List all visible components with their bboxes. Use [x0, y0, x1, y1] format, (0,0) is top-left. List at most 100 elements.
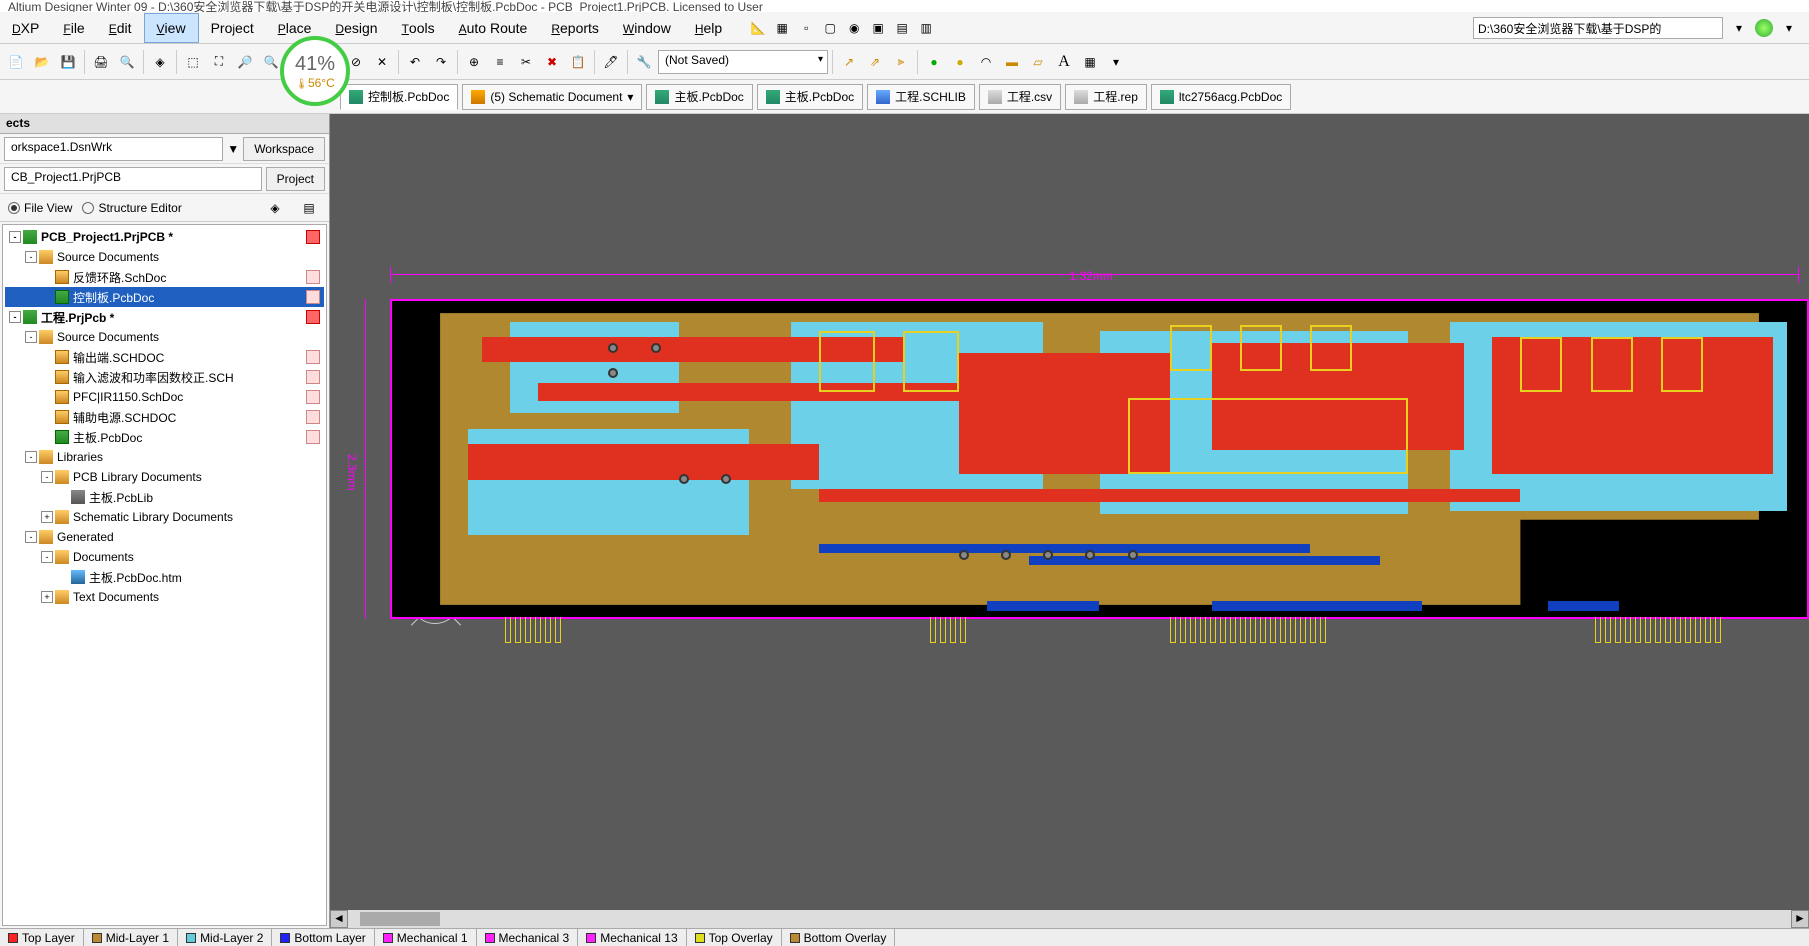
horizontal-scrollbar[interactable]: ◄ ►: [330, 910, 1809, 928]
pcb-canvas[interactable]: 1.32mm 2.3mm: [330, 114, 1809, 928]
new-button[interactable]: 📄: [4, 50, 28, 74]
inspector-button[interactable]: 🔧: [632, 50, 656, 74]
menu-window[interactable]: Window: [611, 14, 683, 42]
layer-tab[interactable]: Mechanical 3: [477, 929, 579, 946]
arc-button[interactable]: ◠: [974, 50, 998, 74]
zoom-in-button[interactable]: 🔎: [233, 50, 257, 74]
menu-edit[interactable]: Edit: [97, 14, 144, 42]
file-view-radio[interactable]: File View: [8, 201, 72, 215]
tree-expand-icon[interactable]: -: [25, 251, 37, 263]
tree-row[interactable]: -Documents: [5, 547, 324, 567]
layer-tab[interactable]: Top Overlay: [687, 929, 782, 946]
cpu-monitor-badge[interactable]: 41% 🌡56°C: [280, 36, 350, 106]
open-button[interactable]: 📂: [30, 50, 54, 74]
tree-expand-icon[interactable]: -: [41, 551, 53, 563]
undo-button[interactable]: ↶: [403, 50, 427, 74]
print-button[interactable]: 🖨: [89, 50, 113, 74]
tree-row[interactable]: -PCB Library Documents: [5, 467, 324, 487]
menu-file[interactable]: File: [51, 14, 96, 42]
menu-tools[interactable]: Tools: [390, 14, 447, 42]
document-tab[interactable]: ltc2756acg.PcbDoc: [1151, 84, 1291, 110]
tree-expand-icon[interactable]: +: [41, 511, 53, 523]
layer-tab[interactable]: Mid-Layer 1: [84, 929, 178, 946]
document-tab[interactable]: (5) Schematic Document ▾: [462, 84, 642, 110]
menu-tool-6[interactable]: ▣: [866, 16, 890, 40]
tree-row[interactable]: 主板.PcbLib: [5, 487, 324, 507]
preview-button[interactable]: 🔍: [115, 50, 139, 74]
menu-tool-4[interactable]: ▢: [818, 16, 842, 40]
project-button[interactable]: Project: [266, 167, 325, 191]
tree-expand-icon[interactable]: -: [25, 531, 37, 543]
workspace-combo[interactable]: orkspace1.DsnWrk: [4, 137, 223, 161]
tree-expand-icon[interactable]: -: [9, 231, 21, 243]
tree-row[interactable]: 输出端.SCHDOC: [5, 347, 324, 367]
project-combo[interactable]: CB_Project1.PrjPCB: [4, 167, 262, 191]
tree-row[interactable]: -Source Documents: [5, 247, 324, 267]
document-tab[interactable]: 工程.SCHLIB: [867, 84, 975, 110]
layer-tab[interactable]: Bottom Overlay: [782, 929, 896, 946]
scroll-right-button[interactable]: ►: [1791, 910, 1809, 928]
layer-tab[interactable]: Mechanical 13: [578, 929, 686, 946]
document-tab[interactable]: 主板.PcbDoc: [757, 84, 863, 110]
save-button[interactable]: 💾: [56, 50, 80, 74]
scroll-thumb[interactable]: [360, 912, 440, 926]
document-tab[interactable]: 工程.csv: [979, 84, 1061, 110]
menu-tool-8[interactable]: ▥: [914, 16, 938, 40]
dropdown-more[interactable]: ▾: [1104, 50, 1128, 74]
panel-options-button[interactable]: ▤: [297, 196, 321, 220]
zoom-fit-button[interactable]: ⛶: [207, 50, 231, 74]
menu-reports[interactable]: Reports: [539, 14, 611, 42]
status-dropdown[interactable]: ▾: [1777, 16, 1801, 40]
split-button[interactable]: ✂: [514, 50, 538, 74]
tree-row[interactable]: +Text Documents: [5, 587, 324, 607]
document-tab[interactable]: 控制板.PcbDoc: [340, 84, 458, 110]
align-button[interactable]: ≡: [488, 50, 512, 74]
route-multi-button[interactable]: ⫸: [889, 50, 913, 74]
menu-design[interactable]: Design: [323, 14, 389, 42]
menu-project[interactable]: Project: [199, 14, 266, 42]
tree-row[interactable]: -Source Documents: [5, 327, 324, 347]
menu-autoroute[interactable]: Auto Route: [447, 14, 540, 42]
tree-expand-icon[interactable]: -: [25, 451, 37, 463]
via-green-button[interactable]: ●: [922, 50, 946, 74]
tree-expand-icon[interactable]: -: [41, 471, 53, 483]
route-button[interactable]: ↗: [837, 50, 861, 74]
tree-row[interactable]: -Libraries: [5, 447, 324, 467]
document-tab[interactable]: 工程.rep: [1065, 84, 1147, 110]
browse-button[interactable]: 📋: [566, 50, 590, 74]
highlight-button[interactable]: 🖊: [599, 50, 623, 74]
panel-refresh-button[interactable]: ◈: [263, 196, 287, 220]
via-yellow-button[interactable]: ●: [948, 50, 972, 74]
workspace-dropdown-icon[interactable]: ▼: [227, 142, 239, 156]
document-tab[interactable]: 主板.PcbDoc: [646, 84, 752, 110]
tree-row[interactable]: PFC|IR1150.SchDoc: [5, 387, 324, 407]
menu-tool-5[interactable]: ◉: [842, 16, 866, 40]
tree-row[interactable]: -Generated: [5, 527, 324, 547]
tree-expand-icon[interactable]: -: [9, 311, 21, 323]
project-tree[interactable]: -PCB_Project1.PrjPCB *-Source Documents反…: [2, 224, 327, 926]
tree-row[interactable]: 主板.PcbDoc.htm: [5, 567, 324, 587]
menu-view[interactable]: View: [144, 13, 199, 43]
menu-dxp[interactable]: DDXPXP: [0, 14, 51, 42]
open-path-go[interactable]: ▾: [1727, 16, 1751, 40]
tree-row[interactable]: 辅助电源.SCHDOC: [5, 407, 324, 427]
status-icon-green[interactable]: [1755, 19, 1773, 37]
layer-tab[interactable]: Mid-Layer 2: [178, 929, 272, 946]
route-diff-button[interactable]: ⇗: [863, 50, 887, 74]
cross-select-button[interactable]: ⊕: [462, 50, 486, 74]
tree-row[interactable]: 反馈环路.SchDoc: [5, 267, 324, 287]
clear-button[interactable]: ✕: [370, 50, 394, 74]
tree-row[interactable]: 控制板.PcbDoc: [5, 287, 324, 307]
tree-row[interactable]: -PCB_Project1.PrjPCB *: [5, 227, 324, 247]
structure-editor-radio[interactable]: Structure Editor: [82, 201, 181, 215]
menu-tool-1[interactable]: 📐: [746, 16, 770, 40]
tree-row[interactable]: +Schematic Library Documents: [5, 507, 324, 527]
menu-tool-7[interactable]: ▤: [890, 16, 914, 40]
array-button[interactable]: ▦: [1078, 50, 1102, 74]
layer-tab[interactable]: Mechanical 1: [375, 929, 477, 946]
layer-tab[interactable]: Top Layer: [0, 929, 84, 946]
layer-tab[interactable]: Bottom Layer: [272, 929, 374, 946]
pcb-board[interactable]: [390, 299, 1809, 619]
menu-tool-2[interactable]: ▦: [770, 16, 794, 40]
menu-tool-3[interactable]: ▫: [794, 16, 818, 40]
